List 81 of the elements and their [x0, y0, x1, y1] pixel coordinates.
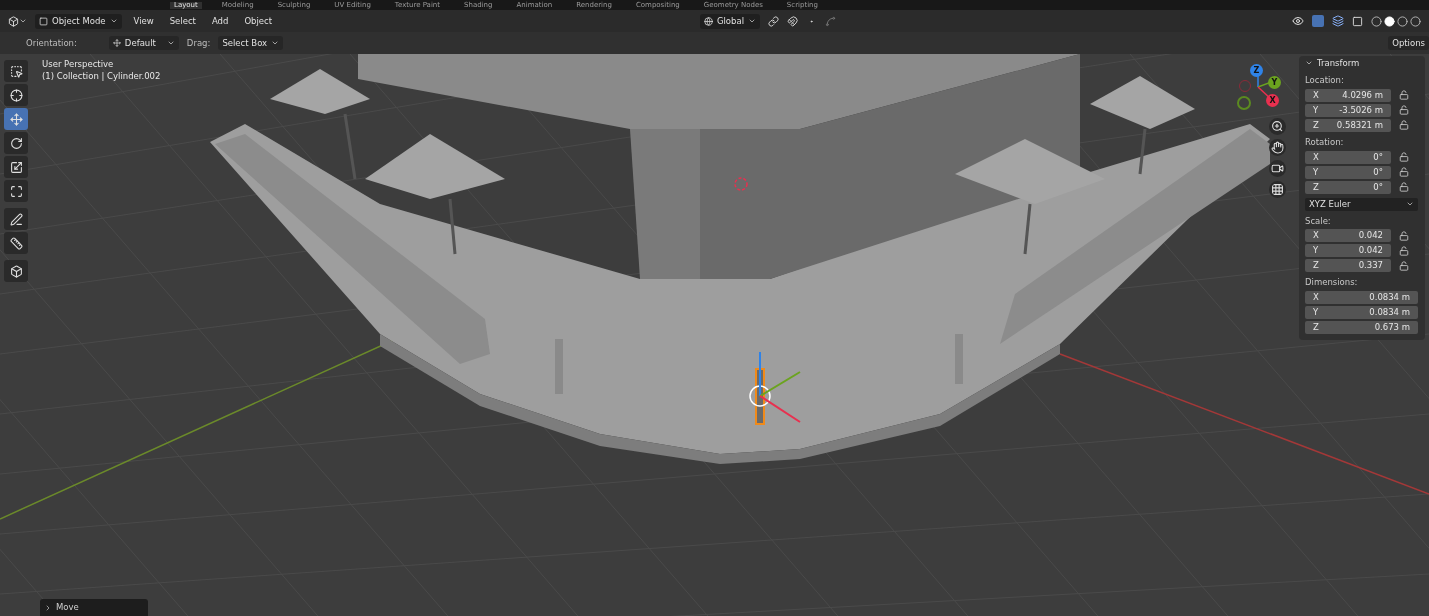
cube-tool-button[interactable] — [4, 260, 28, 282]
number-field[interactable]: Y 0.042 — [1305, 244, 1391, 258]
object-info: (1) Collection | Cylinder.002 — [42, 70, 161, 82]
move-arrows-tool-button[interactable] — [4, 108, 28, 130]
number-field[interactable]: Z 0.337 — [1305, 259, 1391, 273]
ruler-tool-button[interactable] — [4, 232, 28, 254]
chevron-icon — [44, 603, 52, 612]
last-operator-panel[interactable]: Move — [40, 599, 148, 616]
crosshair-icon — [9, 88, 23, 102]
caret-icon — [1406, 200, 1414, 208]
caret-icon — [271, 39, 280, 47]
editor-type-button[interactable] — [8, 15, 27, 27]
rotate-tool-button[interactable] — [4, 132, 28, 154]
unlocked-icon[interactable] — [1399, 230, 1409, 241]
number-field[interactable]: Z 0.673 m — [1305, 321, 1418, 334]
menu-item[interactable]: Object — [240, 14, 277, 28]
scale-tool-button[interactable] — [4, 156, 28, 178]
unlocked-icon[interactable] — [1399, 90, 1409, 101]
falloff-curve-icon — [825, 15, 836, 27]
menu-item[interactable]: Select — [165, 14, 200, 28]
menu-item[interactable]: View — [129, 14, 158, 28]
move-gizmo-icon[interactable] — [749, 351, 801, 423]
section-label: Location: — [1305, 74, 1345, 87]
ruler-icon — [9, 236, 23, 250]
options-button[interactable]: Options — [1388, 36, 1429, 50]
caret-icon — [748, 17, 756, 25]
unlocked-icon[interactable] — [1399, 105, 1409, 116]
xray-icon[interactable] — [1352, 15, 1363, 27]
transform-tool-button[interactable] — [4, 180, 28, 202]
unlocked-icon[interactable] — [1399, 182, 1409, 192]
pencil-tool-button[interactable] — [4, 208, 28, 230]
rotation-mode-dropdown[interactable]: XYZ Euler — [1305, 197, 1418, 211]
square-icon — [39, 16, 48, 26]
number-field[interactable]: Y -3.5026 m — [1305, 103, 1391, 117]
snap-icon[interactable] — [787, 15, 798, 27]
number-field[interactable]: Z 0.58321 m — [1305, 118, 1391, 132]
caret-icon — [166, 39, 175, 47]
negative-axis-icon[interactable] — [1237, 96, 1251, 110]
orientation-dropdown[interactable]: Global — [699, 13, 760, 29]
number-field[interactable]: X 0.042 — [1305, 229, 1391, 243]
drag-label: Drag: — [186, 36, 211, 50]
gizmo-toggle-icon[interactable] — [1312, 15, 1324, 27]
globe-icon — [703, 16, 713, 26]
rotate-icon — [9, 136, 23, 150]
collapse-icon[interactable] — [1305, 59, 1313, 67]
mode-dropdown[interactable]: Object Mode — [35, 13, 122, 29]
menu-item[interactable]: Add — [207, 14, 233, 28]
transform-icon — [9, 184, 23, 198]
visibility-icon[interactable] — [1292, 15, 1304, 27]
unlocked-icon[interactable] — [1399, 245, 1409, 256]
number-field[interactable]: X 4.0296 m — [1305, 88, 1391, 102]
caret-icon — [109, 17, 118, 25]
section-label: Dimensions: — [1305, 276, 1359, 289]
move-arrows-icon — [9, 112, 23, 126]
cube-icon — [9, 264, 23, 278]
orientation-label: Orientation: — [26, 36, 77, 50]
number-field[interactable]: Y 0.0834 m — [1305, 306, 1418, 319]
scale-icon — [9, 160, 23, 174]
pencil-icon — [9, 212, 23, 226]
number-field[interactable]: X 0.0834 m — [1305, 291, 1418, 304]
unlocked-icon[interactable] — [1399, 120, 1409, 131]
unlocked-icon[interactable] — [1399, 167, 1409, 177]
caret-icon — [19, 17, 27, 25]
view-name: User Perspective — [42, 58, 115, 70]
select-box-tool-button[interactable] — [4, 60, 28, 82]
orientation-select[interactable]: Default — [108, 36, 179, 50]
axes-icon — [112, 39, 121, 47]
number-field[interactable]: Y 0° — [1305, 165, 1391, 179]
section-label: Scale: — [1305, 214, 1332, 228]
drag-select[interactable]: Select Box — [218, 36, 284, 50]
unlocked-icon[interactable] — [1399, 152, 1409, 162]
cube-icon — [8, 15, 19, 27]
number-field[interactable]: Z 0° — [1305, 180, 1391, 194]
selected-cylinder[interactable] — [755, 368, 765, 425]
crosshair-tool-button[interactable] — [4, 84, 28, 106]
unlocked-icon[interactable] — [1399, 260, 1409, 271]
overlay-icon[interactable] — [1332, 15, 1344, 27]
number-field[interactable]: X 0° — [1305, 150, 1391, 164]
section-label: Rotation: — [1305, 135, 1345, 149]
select-box-icon — [9, 64, 23, 78]
panel-title[interactable]: Transform — [1317, 56, 1360, 70]
